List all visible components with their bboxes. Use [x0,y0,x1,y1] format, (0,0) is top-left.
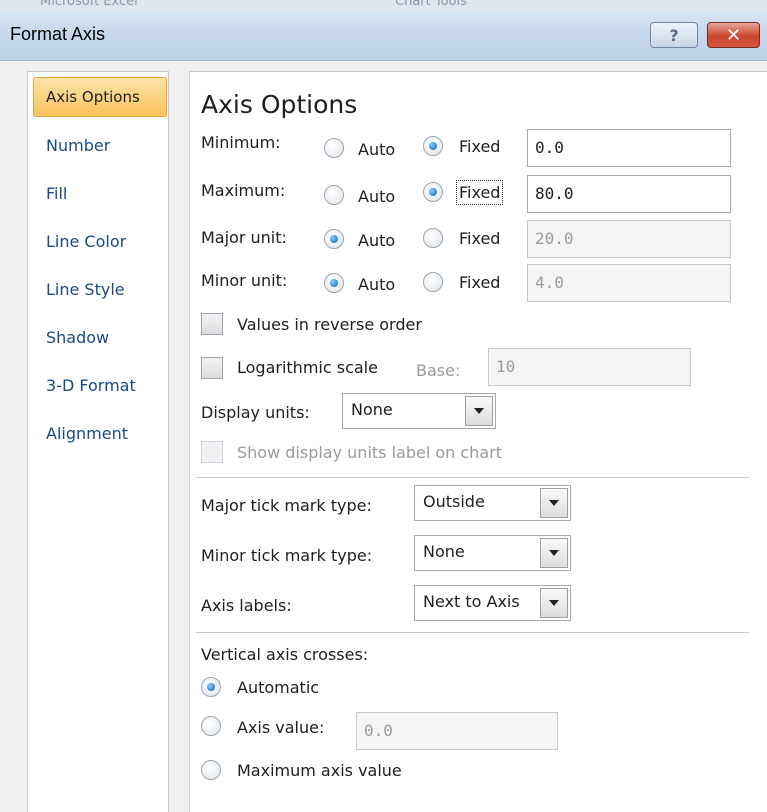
nav-item-shadow[interactable]: Shadow [46,328,109,347]
nav-item-3d-format[interactable]: 3-D Format [46,376,136,395]
minimum-fixed-radio[interactable] [423,136,443,156]
chevron-down-icon [465,396,493,426]
divider [196,632,749,633]
background-app-title: Microsoft Excel [40,0,138,9]
major-tick-value: Outside [423,492,485,511]
window-title: Format Axis [10,24,106,44]
minor-tick-label: Minor tick mark type: [201,546,373,565]
nav-item-number[interactable]: Number [46,136,110,155]
maximum-fixed-radio[interactable] [423,182,443,202]
minimum-fixed-label: Fixed [459,137,501,156]
major-unit-auto-radio[interactable] [324,229,344,249]
minor-unit-value-input[interactable]: 4.0 [527,264,731,302]
minimum-auto-radio[interactable] [324,138,344,158]
minor-tick-select[interactable]: None [414,535,571,571]
nav-item-fill[interactable]: Fill [46,184,67,203]
crosses-automatic-label: Automatic [237,678,320,697]
help-button[interactable]: ? [650,22,698,48]
nav-item-line-style[interactable]: Line Style [46,280,125,299]
maximum-value-input[interactable]: 80.0 [527,175,731,213]
major-unit-label: Major unit: [201,228,287,247]
major-unit-value-input[interactable]: 20.0 [527,220,731,258]
background-chart-tools: Chart Tools [395,0,467,9]
minor-tick-value: None [423,542,465,561]
axis-labels-label: Axis labels: [201,596,292,615]
minimum-auto-label: Auto [358,140,396,159]
crosses-axis-value-input[interactable]: 0.0 [356,712,558,750]
log-scale-checkbox[interactable] [201,357,223,379]
crosses-maximum-label: Maximum axis value [237,761,402,780]
chevron-down-icon [540,488,568,518]
reverse-order-label: Values in reverse order [237,315,422,334]
nav-item-axis-options[interactable]: Axis Options [46,88,140,106]
crosses-automatic-radio[interactable] [201,677,221,697]
display-units-select[interactable]: None [342,393,496,429]
log-base-label: Base: [416,361,461,380]
minimum-label: Minimum: [201,133,281,152]
axis-labels-value: Next to Axis [423,592,520,611]
minor-unit-auto-radio[interactable] [324,273,344,293]
reverse-order-checkbox[interactable] [201,313,223,335]
minor-unit-label: Minor unit: [201,271,288,290]
nav-item-line-color[interactable]: Line Color [46,232,126,251]
major-tick-label: Major tick mark type: [201,496,372,515]
crosses-axis-value-label: Axis value: [237,718,325,737]
show-units-label-checkbox[interactable] [201,441,223,463]
maximum-label: Maximum: [201,181,286,200]
help-icon: ? [669,25,679,45]
minor-unit-fixed-label: Fixed [459,273,501,292]
crosses-maximum-radio[interactable] [201,760,221,780]
axis-labels-select[interactable]: Next to Axis [414,585,571,621]
minor-unit-fixed-radio[interactable] [423,272,443,292]
minor-unit-auto-label: Auto [358,275,396,294]
close-icon: ✕ [725,24,742,46]
major-unit-auto-label: Auto [358,231,396,250]
crosses-heading: Vertical axis crosses: [201,645,369,664]
divider [196,477,749,478]
close-button[interactable]: ✕ [707,22,760,48]
display-units-label: Display units: [201,403,310,422]
major-tick-select[interactable]: Outside [414,485,571,521]
nav-item-alignment[interactable]: Alignment [46,424,128,443]
crosses-axis-value-radio[interactable] [201,716,221,736]
maximum-auto-radio[interactable] [324,185,344,205]
display-units-value: None [351,400,393,419]
chevron-down-icon [540,538,568,568]
major-unit-fixed-label: Fixed [459,229,501,248]
minimum-value-input[interactable]: 0.0 [527,129,731,167]
section-title: Axis Options [201,90,358,119]
log-scale-label: Logarithmic scale [237,358,378,377]
maximum-auto-label: Auto [358,187,396,206]
chevron-down-icon [540,588,568,618]
major-unit-fixed-radio[interactable] [423,228,443,248]
maximum-fixed-label: Fixed [455,180,504,205]
log-base-input[interactable]: 10 [488,348,691,386]
show-units-label-text: Show display units label on chart [237,443,502,462]
